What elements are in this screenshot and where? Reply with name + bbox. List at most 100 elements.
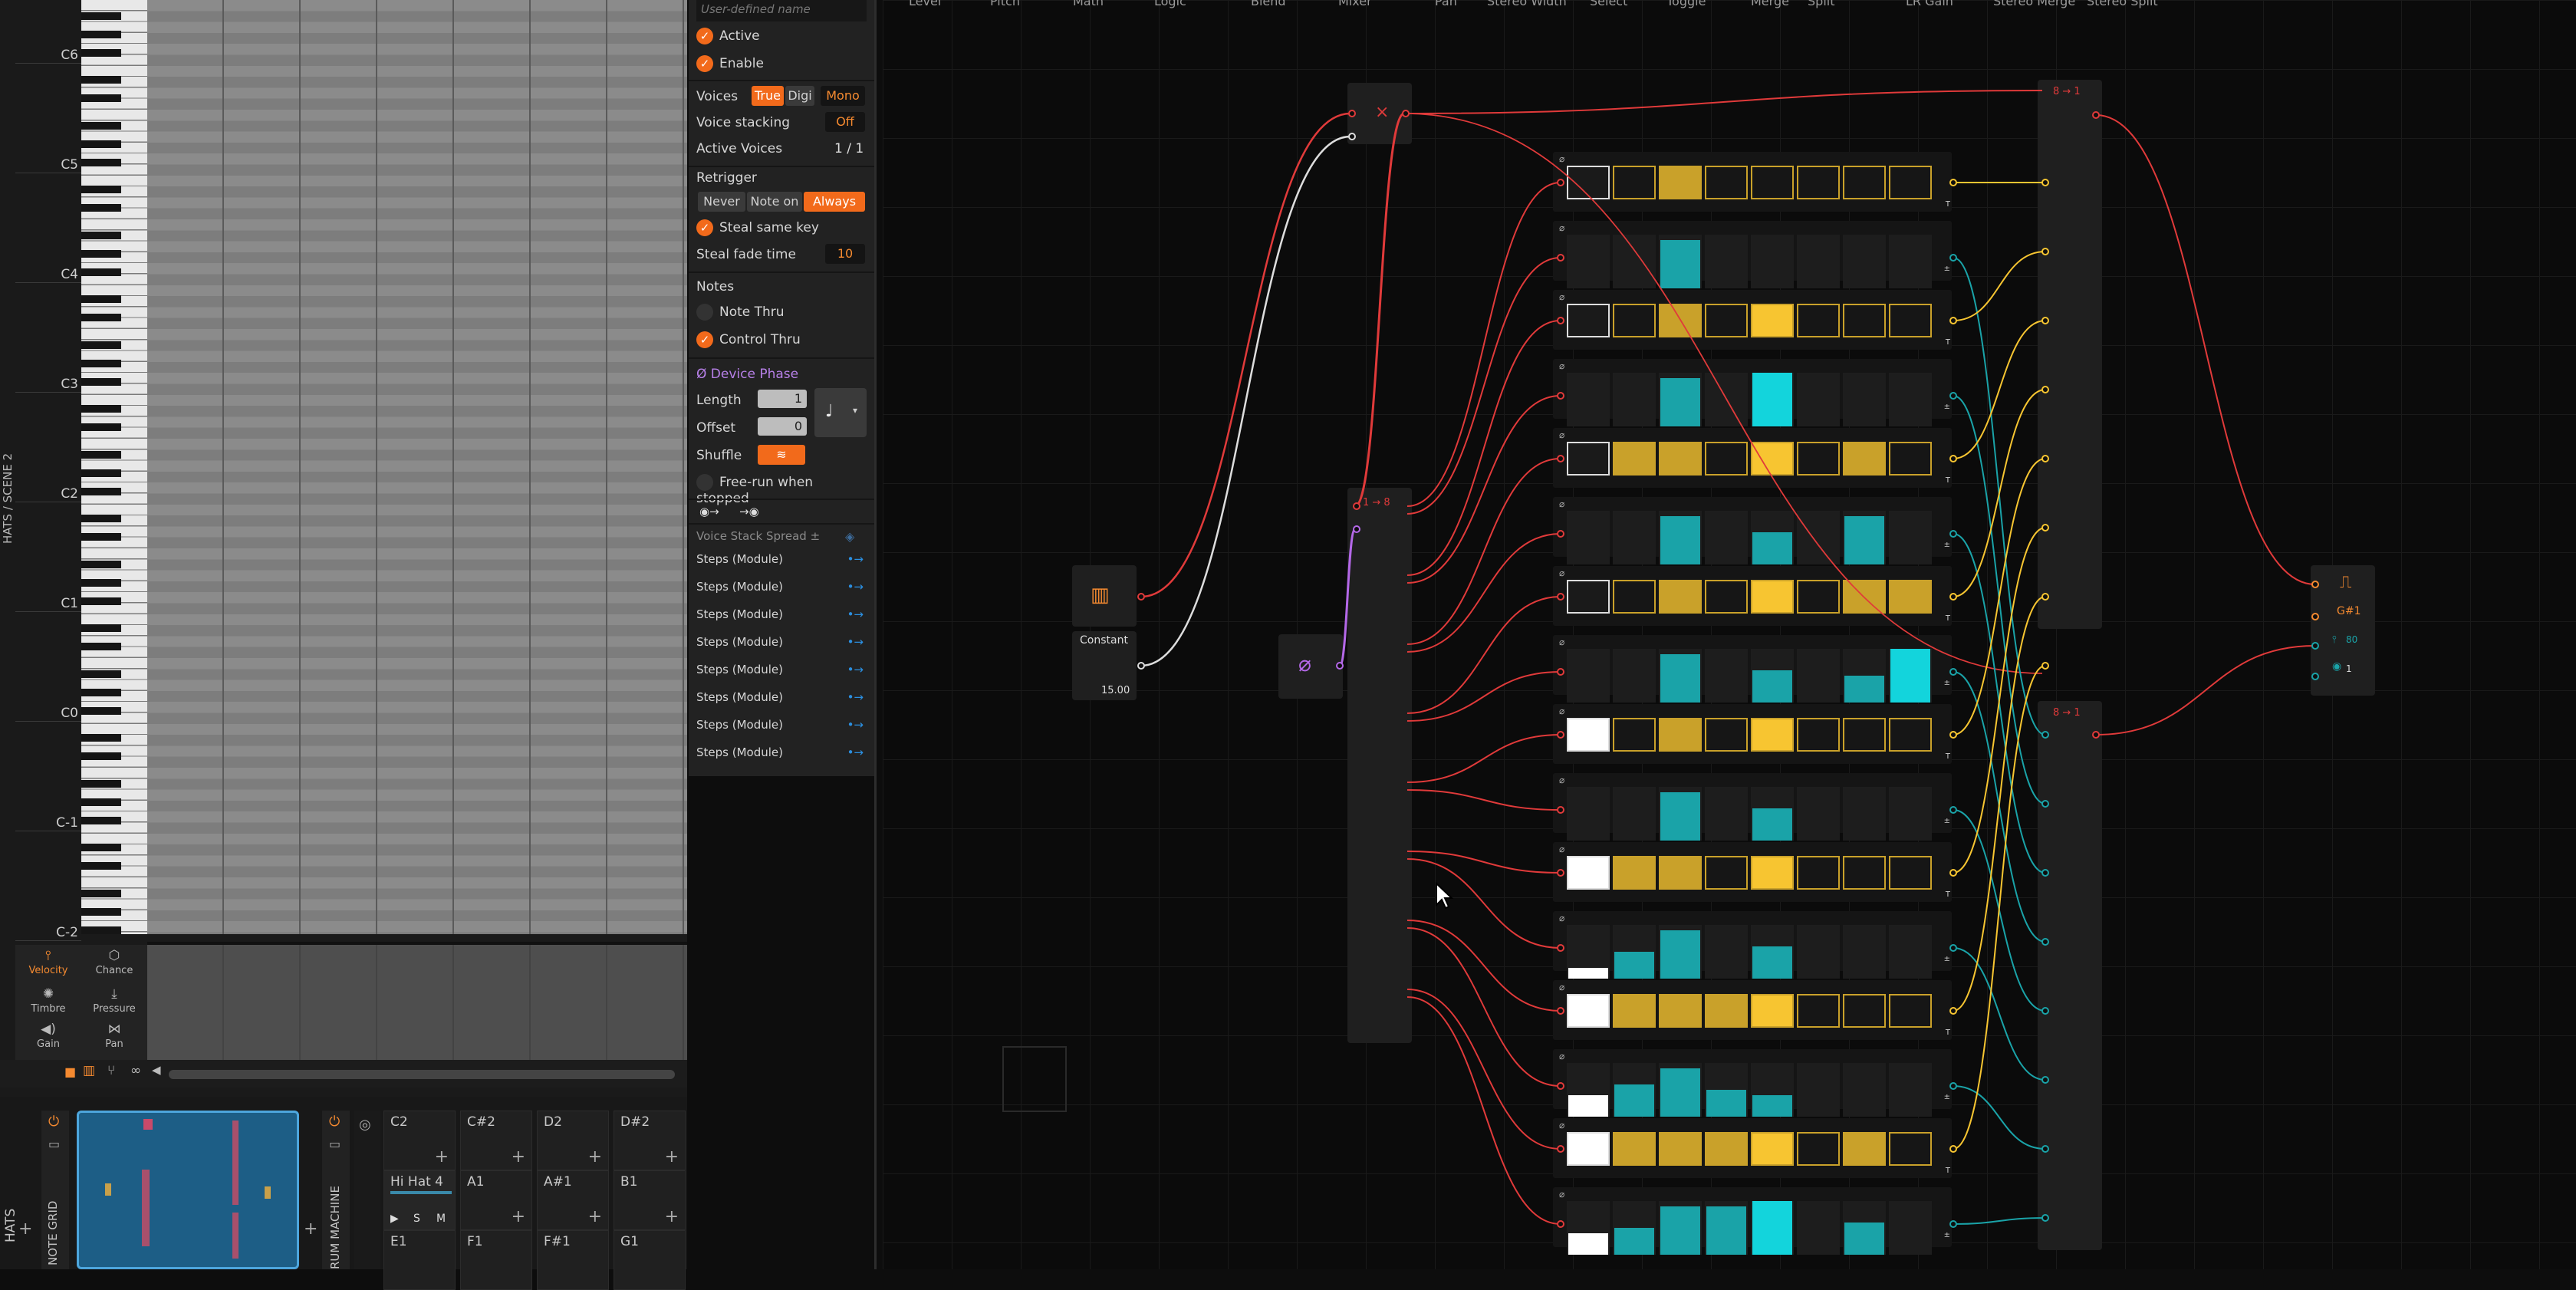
note-grid-preview[interactable] — [77, 1111, 299, 1269]
black-key[interactable] — [81, 624, 121, 633]
black-key[interactable] — [81, 706, 121, 715]
black-key[interactable] — [81, 48, 121, 57]
add-icon[interactable]: + — [18, 1219, 32, 1239]
control-thru-toggle[interactable]: ✓ Control Thru — [696, 331, 868, 348]
level-step[interactable] — [1660, 792, 1700, 841]
black-key[interactable] — [81, 643, 121, 650]
length-input[interactable]: 1 — [758, 390, 807, 408]
gate-step[interactable] — [1613, 580, 1656, 614]
expression-editor[interactable] — [147, 945, 687, 1060]
expr-timbre[interactable]: ✺ Timbre — [15, 986, 81, 1015]
gate-step[interactable] — [1659, 580, 1702, 614]
black-key[interactable] — [81, 140, 121, 148]
power-icon[interactable]: ⏻ — [329, 1114, 340, 1130]
black-key[interactable] — [81, 798, 121, 806]
modulator-item[interactable]: Steps (Module) •→ — [696, 718, 868, 732]
gate-step[interactable] — [1843, 1132, 1886, 1166]
modulation-routing-icon[interactable]: •→ — [847, 635, 864, 649]
level-step[interactable] — [1614, 1084, 1654, 1117]
gate-step[interactable] — [1567, 718, 1610, 752]
level-step[interactable] — [1890, 649, 1930, 703]
modulator-item[interactable]: Steps (Module) •→ — [696, 635, 868, 649]
gate-step[interactable] — [1889, 580, 1932, 614]
level-step[interactable] — [1706, 1090, 1746, 1117]
steps-module[interactable]: ⌀ T — [1553, 428, 1952, 488]
steal-fade-value[interactable]: 10 — [825, 244, 865, 264]
mod-in-icon[interactable]: ◉→ — [699, 505, 719, 518]
gate-step[interactable] — [1705, 718, 1748, 752]
folder-icon[interactable]: ▭ — [48, 1137, 60, 1151]
shuffle-button[interactable]: ≋ — [758, 445, 805, 465]
gate-step[interactable] — [1843, 718, 1886, 752]
gate-step[interactable] — [1659, 856, 1702, 890]
black-key[interactable] — [81, 597, 121, 605]
black-key[interactable] — [81, 76, 121, 84]
add-icon[interactable]: + — [435, 1147, 449, 1167]
gate-step[interactable] — [1889, 1132, 1932, 1166]
level-step[interactable] — [1844, 516, 1884, 564]
note-grid-canvas[interactable]: Level Pitch Math Logic Blend Mixer Pan Stereo W… — [883, 0, 2576, 1269]
add-icon[interactable]: + — [665, 1147, 679, 1167]
black-key[interactable] — [81, 734, 121, 742]
gate-step[interactable] — [1751, 1132, 1794, 1166]
expr-pressure[interactable]: ⤓ Pressure — [81, 986, 147, 1015]
black-key[interactable] — [81, 779, 121, 788]
gate-step[interactable] — [1567, 856, 1610, 890]
gate-step[interactable] — [1705, 166, 1748, 199]
voices-true[interactable]: True — [752, 86, 784, 106]
gate-step[interactable] — [1843, 442, 1886, 476]
level-step[interactable] — [1568, 1095, 1608, 1117]
modulation-routing-icon[interactable]: •→ — [847, 718, 864, 732]
gate-step[interactable] — [1751, 994, 1794, 1028]
modulator-item[interactable]: Steps (Module) •→ — [696, 745, 868, 759]
black-key[interactable] — [81, 314, 121, 321]
level-step[interactable] — [1752, 808, 1792, 841]
modulator-item[interactable]: Steps (Module) •→ — [696, 663, 868, 676]
gate-step[interactable] — [1613, 856, 1656, 890]
black-key[interactable] — [81, 752, 121, 760]
black-key[interactable] — [81, 469, 121, 477]
piano-icon[interactable]: ▥ — [83, 1063, 95, 1078]
gate-step[interactable] — [1659, 304, 1702, 337]
gate-step[interactable] — [1797, 304, 1840, 337]
steps-module[interactable]: ⌀ ± — [1553, 221, 1952, 288]
black-key[interactable] — [81, 121, 121, 130]
gate-step[interactable] — [1751, 304, 1794, 337]
level-step[interactable] — [1660, 1206, 1700, 1255]
drum-pad[interactable]: A#1 + — [537, 1170, 609, 1230]
level-step[interactable] — [1568, 968, 1608, 979]
gate-step[interactable] — [1889, 442, 1932, 476]
retrigger-note-on[interactable]: Note on — [747, 192, 802, 212]
steps-module[interactable]: ⌀ ± — [1553, 497, 1952, 564]
gate-step[interactable] — [1705, 304, 1748, 337]
modulation-routing-icon[interactable]: •→ — [847, 663, 864, 676]
note-thru-toggle[interactable]: Note Thru — [696, 304, 868, 321]
gate-step[interactable] — [1797, 166, 1840, 199]
black-key[interactable] — [81, 533, 121, 541]
level-step[interactable] — [1752, 670, 1792, 703]
black-key[interactable] — [81, 862, 121, 870]
voices-digi[interactable]: Digi — [785, 86, 814, 106]
gate-step[interactable] — [1797, 718, 1840, 752]
retrigger-always[interactable]: Always — [804, 192, 865, 212]
drum-pad[interactable]: A1 + — [460, 1170, 532, 1230]
steal-same-key-toggle[interactable]: ✓ Steal same key — [696, 219, 868, 236]
gate-step[interactable] — [1889, 304, 1932, 337]
level-step[interactable] — [1568, 1233, 1608, 1255]
gate-step[interactable] — [1751, 856, 1794, 890]
horizontal-scrollbar[interactable] — [169, 1070, 675, 1079]
folder-icon[interactable]: ▭ — [329, 1137, 341, 1151]
gate-step[interactable] — [1843, 856, 1886, 890]
gate-step[interactable] — [1567, 580, 1610, 614]
tuning-icon[interactable]: ⑂ — [107, 1063, 115, 1078]
gate-step[interactable] — [1705, 856, 1748, 890]
gate-step[interactable] — [1567, 1132, 1610, 1166]
gate-step[interactable] — [1751, 442, 1794, 476]
black-key[interactable] — [81, 359, 121, 367]
pad-control-button[interactable]: M — [436, 1213, 446, 1225]
gate-step[interactable] — [1659, 1132, 1702, 1166]
black-key[interactable] — [81, 844, 121, 852]
expr-velocity[interactable]: ⫯ Velocity — [15, 948, 81, 976]
modulation-routing-icon[interactable]: •→ — [847, 745, 864, 759]
level-step[interactable] — [1752, 373, 1792, 426]
